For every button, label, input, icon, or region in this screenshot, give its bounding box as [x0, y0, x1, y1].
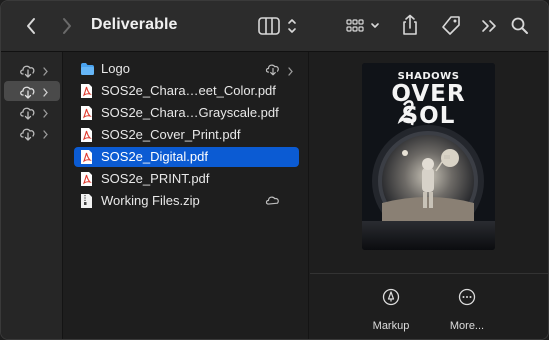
- pdf-icon: [80, 83, 94, 99]
- file-name: SOS2e_Digital.pdf: [101, 149, 208, 164]
- search-icon: [511, 17, 528, 34]
- column-view-icon: [258, 17, 296, 35]
- file-row[interactable]: SOS2e_Cover_Print.pdf: [74, 125, 299, 145]
- chevron-right-icon: [42, 64, 49, 82]
- share-button[interactable]: [399, 13, 421, 37]
- chevron-right-icon: [63, 18, 71, 34]
- cloud-download-icon: [18, 125, 38, 146]
- pdf-icon: [80, 149, 94, 165]
- cover-title-line3: SOL: [401, 103, 456, 129]
- search-button[interactable]: [509, 15, 531, 37]
- chevron-right-icon: [287, 64, 294, 82]
- share-icon: [403, 14, 417, 35]
- tag-button[interactable]: [439, 14, 463, 38]
- chevron-right-icon: [42, 106, 49, 124]
- more-button[interactable]: More...: [437, 288, 497, 332]
- cloud-download-icon[interactable]: [264, 61, 282, 81]
- pdf-icon: [80, 171, 94, 187]
- file-row[interactable]: SOS2e_Chara…eet_Color.pdf: [74, 81, 299, 101]
- cloud-download-icon: [18, 62, 38, 83]
- file-row[interactable]: Working Files.zip: [74, 191, 299, 211]
- parent-row[interactable]: [4, 60, 60, 80]
- view-mode-button[interactable]: [256, 15, 302, 37]
- file-row[interactable]: SOS2e_PRINT.pdf: [74, 169, 299, 189]
- cloud-download-icon: [18, 104, 38, 125]
- toolbar: Deliverable: [1, 1, 548, 52]
- cloud-download-icon[interactable]: [264, 193, 282, 213]
- pdf-icon: [80, 127, 94, 143]
- chevron-right-icon: [42, 127, 49, 145]
- pdf-cover-thumbnail[interactable]: SHADOWS OVER SOL: [362, 63, 495, 250]
- markup-button[interactable]: Markup: [361, 288, 421, 332]
- markup-label: Markup: [372, 320, 410, 332]
- file-name: SOS2e_Cover_Print.pdf: [101, 127, 241, 142]
- group-button[interactable]: [345, 15, 385, 37]
- tag-icon: [442, 16, 460, 35]
- chevron-left-icon: [27, 18, 35, 34]
- chevron-right-icon: [42, 85, 49, 103]
- markup-icon: [382, 288, 400, 306]
- file-row-logo-folder[interactable]: Logo: [74, 59, 299, 79]
- file-name: SOS2e_PRINT.pdf: [101, 171, 210, 186]
- file-name: SOS2e_Chara…eet_Color.pdf: [101, 83, 276, 98]
- window-title: Deliverable: [91, 16, 178, 33]
- group-grid-icon: [346, 19, 379, 32]
- more-icon: [458, 288, 476, 306]
- finder-window: Deliverable Logo SOS2e_Chara…eet_Color.p…: [0, 0, 549, 340]
- file-row[interactable]: SOS2e_Chara…Grayscale.pdf: [74, 103, 299, 123]
- zip-icon: [80, 193, 94, 209]
- double-chevron-icon: [482, 20, 496, 32]
- back-button[interactable]: [21, 15, 41, 37]
- folder-icon: [80, 61, 94, 77]
- cloud-download-icon: [18, 83, 38, 104]
- pdf-icon: [80, 105, 94, 121]
- parent-row[interactable]: [4, 123, 60, 143]
- parent-column: [1, 52, 63, 339]
- parent-row-selected[interactable]: [4, 81, 60, 101]
- preview-pane: SHADOWS OVER SOL Markup More...: [310, 52, 548, 339]
- file-row-selected[interactable]: SOS2e_Digital.pdf: [74, 147, 299, 167]
- file-list-column: Logo SOS2e_Chara…eet_Color.pdf SOS2e_Cha…: [64, 52, 309, 339]
- forward-button[interactable]: [57, 15, 77, 37]
- preview-divider: [310, 273, 548, 274]
- file-name: SOS2e_Chara…Grayscale.pdf: [101, 105, 279, 120]
- parent-row[interactable]: [4, 102, 60, 122]
- more-label: More...: [449, 320, 485, 332]
- file-name: Logo: [101, 61, 130, 76]
- file-name: Working Files.zip: [101, 193, 200, 208]
- more-toolbar-button[interactable]: [479, 15, 499, 37]
